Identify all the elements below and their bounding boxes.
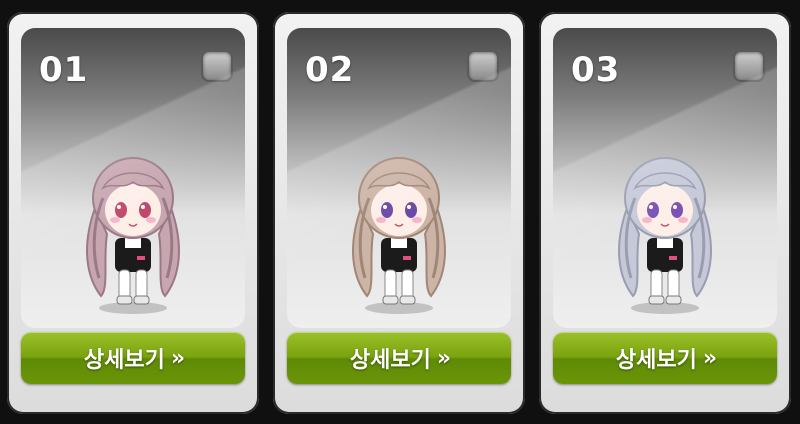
character-preview-2: 02: [287, 28, 511, 328]
card-number: 01: [39, 50, 89, 90]
card-number: 03: [571, 50, 621, 90]
character-avatar-3: [618, 157, 712, 314]
character-avatar-2: [352, 157, 446, 314]
character-card-list: 01 상세보기 » 02 상세보기 » 03 상세보기 »: [0, 0, 800, 424]
button-label: 상세보기: [349, 348, 431, 373]
view-details-button-3[interactable]: 상세보기 »: [553, 332, 777, 384]
select-checkbox-2[interactable]: [467, 50, 499, 82]
character-avatar-1: [86, 157, 180, 314]
button-label: 상세보기: [83, 348, 165, 373]
character-preview-1: 01: [21, 28, 245, 328]
character-card-3: 03 상세보기 »: [539, 12, 791, 414]
select-checkbox-3[interactable]: [733, 50, 765, 82]
character-card-1: 01 상세보기 »: [7, 12, 259, 414]
view-details-button-2[interactable]: 상세보기 »: [287, 332, 511, 384]
card-number: 02: [305, 50, 355, 90]
chevron-right-icon: »: [170, 345, 185, 371]
character-card-2: 02 상세보기 »: [273, 12, 525, 414]
chevron-right-icon: »: [702, 345, 717, 371]
select-checkbox-1[interactable]: [201, 50, 233, 82]
chevron-right-icon: »: [436, 345, 451, 371]
button-label: 상세보기: [615, 348, 697, 373]
character-preview-3: 03: [553, 28, 777, 328]
view-details-button-1[interactable]: 상세보기 »: [21, 332, 245, 384]
